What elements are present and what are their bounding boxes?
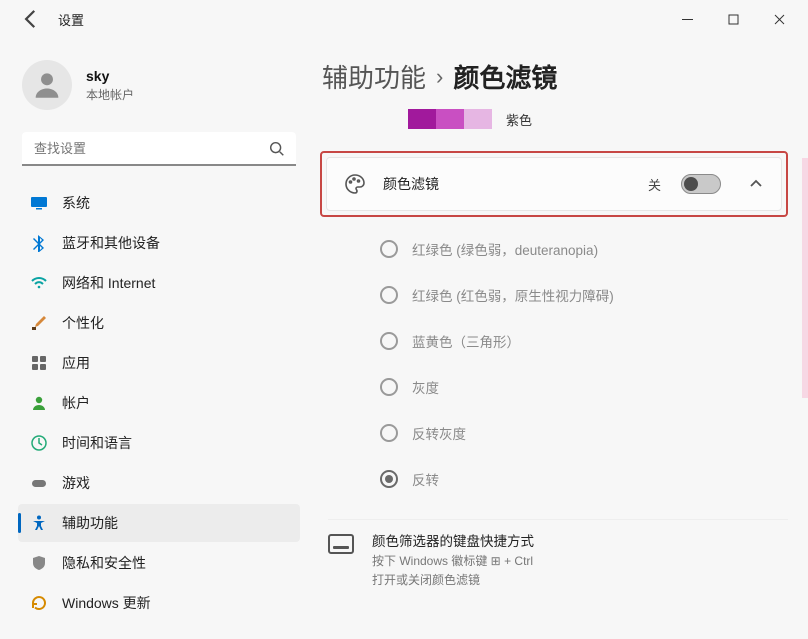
chevron-right-icon: ›: [436, 64, 443, 90]
nav-label: 时间和语言: [62, 433, 132, 453]
radio-icon: [380, 424, 398, 442]
brush-icon: [30, 314, 48, 332]
option-inverted[interactable]: 反转: [380, 469, 788, 489]
option-label: 红绿色 (红色弱，原生性视力障碍): [412, 285, 614, 305]
keyboard-shortcut-row[interactable]: 颜色筛选器的键盘快捷方式 按下 Windows 徽标键 ⊞ + Ctrl 打开或…: [328, 519, 788, 588]
account-name: sky: [86, 68, 134, 84]
avatar: [22, 60, 72, 110]
display-icon: [30, 194, 48, 212]
nav-personalization[interactable]: 个性化: [18, 304, 300, 342]
nav-accessibility[interactable]: 辅助功能: [18, 504, 300, 542]
nav-label: 应用: [62, 353, 90, 373]
nav-label: 隐私和安全性: [62, 553, 146, 573]
update-icon: [30, 594, 48, 612]
account-block[interactable]: sky 本地帐户: [18, 48, 300, 128]
nav-label: 系统: [62, 193, 90, 213]
search-box[interactable]: [22, 132, 296, 166]
window-title: 设置: [58, 10, 84, 29]
nav-bluetooth[interactable]: 蓝牙和其他设备: [18, 224, 300, 262]
back-button[interactable]: [18, 6, 44, 32]
option-deuteranopia[interactable]: 红绿色 (绿色弱，deuteranopia): [380, 239, 788, 259]
close-button[interactable]: [756, 4, 802, 34]
color-filter-card[interactable]: 颜色滤镜 关: [326, 157, 782, 211]
nav-accounts[interactable]: 帐户: [18, 384, 300, 422]
breadcrumb-parent[interactable]: 辅助功能: [322, 58, 426, 95]
nav-list: 系统 蓝牙和其他设备 网络和 Internet 个性化 应用 帐户: [18, 184, 300, 622]
nav-label: 网络和 Internet: [62, 273, 155, 293]
option-grayscale[interactable]: 灰度: [380, 377, 788, 397]
nav-label: Windows 更新: [62, 593, 151, 613]
nav-privacy[interactable]: 隐私和安全性: [18, 544, 300, 582]
nav-gaming[interactable]: 游戏: [18, 464, 300, 502]
option-protanopia[interactable]: 红绿色 (红色弱，原生性视力障碍): [380, 285, 788, 305]
radio-icon: [380, 470, 398, 488]
apps-icon: [30, 354, 48, 372]
swatch: [464, 109, 492, 129]
color-filter-toggle[interactable]: [681, 174, 721, 194]
swatch: [436, 109, 464, 129]
nav-label: 游戏: [62, 473, 90, 493]
minimize-button[interactable]: [664, 4, 710, 34]
kb-sub2: 打开或关闭颜色滤镜: [372, 571, 534, 588]
bluetooth-icon: [30, 234, 48, 252]
radio-icon: [380, 378, 398, 396]
keyboard-icon: [328, 534, 354, 554]
person-icon: [30, 394, 48, 412]
kb-sub: 按下 Windows 徽标键 ⊞ + Ctrl: [372, 552, 534, 569]
option-label: 灰度: [412, 377, 439, 397]
globe-clock-icon: [30, 434, 48, 452]
preview-swatch-row: 紫色: [320, 109, 808, 129]
filter-options: 红绿色 (绿色弱，deuteranopia) 红绿色 (红色弱，原生性视力障碍)…: [380, 239, 788, 489]
option-label: 蓝黄色（三角形）: [412, 331, 520, 351]
toggle-state-label: 关: [648, 175, 661, 194]
right-accent-edge: [802, 158, 808, 398]
nav-windows-update[interactable]: Windows 更新: [18, 584, 300, 622]
arrow-left-icon: [18, 6, 44, 32]
radio-icon: [380, 240, 398, 258]
kb-title: 颜色筛选器的键盘快捷方式: [372, 530, 534, 550]
maximize-icon: [728, 14, 739, 25]
radio-icon: [380, 332, 398, 350]
color-swatches: [408, 109, 492, 129]
nav-label: 帐户: [62, 393, 90, 413]
maximize-button[interactable]: [710, 4, 756, 34]
main-content: 辅助功能 › 颜色滤镜 紫色 颜色滤镜 关 红绿色 (: [306, 38, 808, 639]
chevron-up-icon[interactable]: [747, 175, 765, 193]
shield-icon: [30, 554, 48, 572]
nav-system[interactable]: 系统: [18, 184, 300, 222]
option-label: 反转: [412, 469, 439, 489]
palette-icon: [343, 172, 367, 196]
radio-icon: [380, 286, 398, 304]
close-icon: [774, 14, 785, 25]
account-sub: 本地帐户: [86, 86, 134, 103]
nav-apps[interactable]: 应用: [18, 344, 300, 382]
option-grayscale-inverted[interactable]: 反转灰度: [380, 423, 788, 443]
nav-label: 蓝牙和其他设备: [62, 233, 160, 253]
swatch-label: 紫色: [506, 110, 532, 129]
minimize-icon: [682, 14, 693, 25]
search-input[interactable]: [22, 132, 296, 166]
breadcrumb-current: 颜色滤镜: [453, 58, 557, 95]
person-icon: [30, 68, 64, 102]
breadcrumb: 辅助功能 › 颜色滤镜: [320, 58, 808, 95]
card-title: 颜色滤镜: [383, 174, 632, 194]
option-label: 红绿色 (绿色弱，deuteranopia): [412, 239, 598, 259]
nav-label: 辅助功能: [62, 513, 118, 533]
option-label: 反转灰度: [412, 423, 466, 443]
option-tritanopia[interactable]: 蓝黄色（三角形）: [380, 331, 788, 351]
search-icon: [268, 140, 286, 158]
sidebar: sky 本地帐户 系统 蓝牙和其他设备 网络和 Internet: [0, 38, 306, 639]
nav-network[interactable]: 网络和 Internet: [18, 264, 300, 302]
nav-time-language[interactable]: 时间和语言: [18, 424, 300, 462]
highlight-frame: 颜色滤镜 关: [320, 151, 788, 217]
nav-label: 个性化: [62, 313, 104, 333]
wifi-icon: [30, 274, 48, 292]
gamepad-icon: [30, 474, 48, 492]
swatch: [408, 109, 436, 129]
accessibility-icon: [30, 514, 48, 532]
